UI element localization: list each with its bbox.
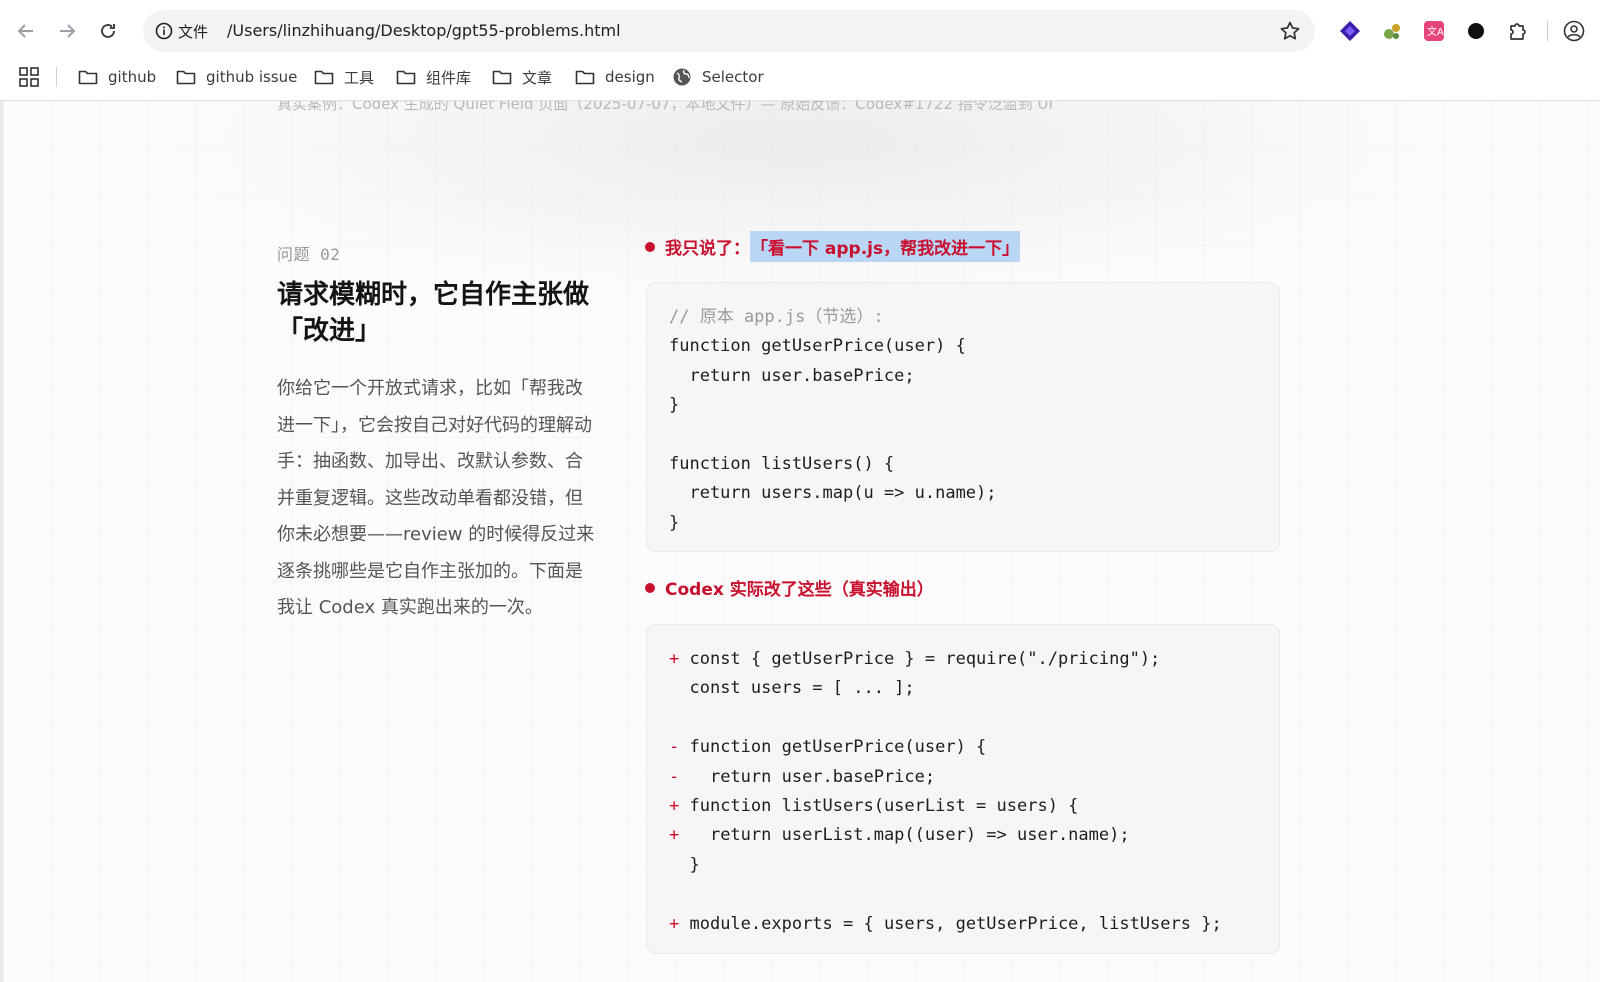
extensions-icon[interactable]	[1506, 19, 1530, 43]
bookmark-label: 工具	[344, 68, 375, 87]
diff-line-text: function getUserPrice(user) {	[679, 737, 987, 758]
diff-line-text: const users = [ ... ];	[679, 678, 915, 699]
code-line: // 原本 app.js（节选）:	[669, 307, 884, 327]
code-line: return users.map(u => u.name);	[669, 483, 997, 504]
code-line: }	[669, 395, 680, 416]
folder-icon	[78, 70, 98, 85]
code-line: }	[669, 512, 680, 533]
code-line: function listUsers() {	[669, 453, 895, 474]
bookmark-folder-github-issue[interactable]: github issue	[176, 62, 297, 92]
bookmark-selector[interactable]: Selector	[672, 62, 764, 92]
bookmark-label: 文章	[522, 68, 553, 87]
diff-line-text: return userList.map((user) => user.name)…	[679, 825, 1130, 846]
globe-icon	[673, 68, 691, 86]
folder-icon	[575, 70, 595, 85]
diff-add-mark: +	[669, 795, 680, 816]
apps-grid-icon[interactable]	[18, 66, 40, 88]
puzzle-figure-extension-icon[interactable]	[1380, 19, 1404, 43]
forward-button[interactable]	[54, 18, 80, 44]
diff-line-text: return user.basePrice;	[679, 766, 936, 787]
diff-del-mark: -	[669, 766, 680, 787]
diff-line: }	[669, 851, 1279, 880]
original-code-block: // 原本 app.js（节选）: function getUserPrice(…	[646, 282, 1280, 552]
bookmark-folder-design[interactable]: design	[575, 62, 655, 92]
case-note-text: 真实案例：Codex 生成的 Quiet Field 页面（2025-07-07…	[277, 101, 1053, 113]
diff-line: - return user.basePrice;	[669, 763, 1279, 792]
black-circle-extension-icon[interactable]	[1464, 19, 1488, 43]
diff-line	[669, 704, 1279, 733]
code-line: return user.basePrice;	[669, 365, 915, 386]
site-info-label[interactable]: 文件	[178, 21, 208, 42]
diff-code-block: + const { getUserPrice } = require("./pr…	[646, 624, 1280, 954]
diff-line: + function listUsers(userList = users) {	[669, 792, 1279, 821]
arrow-left-icon	[17, 24, 33, 38]
bookmark-folder-tools[interactable]: 工具	[314, 62, 374, 92]
diff-add-mark: +	[669, 913, 680, 934]
reload-button[interactable]	[95, 18, 121, 44]
hero-fade	[153, 101, 1443, 301]
translate-extension-icon[interactable]: 文A	[1422, 19, 1446, 43]
bookmark-folder-articles[interactable]: 文章	[492, 62, 552, 92]
output-section-label: Codex 实际改了这些（真实输出）	[645, 575, 934, 600]
diff-line-text: function listUsers(userList = users) {	[679, 795, 1079, 816]
info-icon[interactable]	[155, 22, 173, 40]
bookmark-label: github issue	[206, 68, 298, 86]
diff-line-text: const { getUserPrice } = require("./pric…	[679, 649, 1161, 669]
star-icon[interactable]	[1279, 20, 1301, 42]
diff-context-mark	[669, 855, 679, 875]
diff-line-text: }	[679, 854, 700, 875]
diff-add-mark: +	[669, 649, 680, 669]
browser-toolbar: 文件 /Users/linzhihuang/Desktop/gpt55-prob…	[0, 10, 1600, 52]
svg-text:文A: 文A	[1427, 25, 1444, 38]
problem-description: 你给它一个开放式请求，比如「帮我改进一下」，它会按自己对好代码的理解动手：抽函数…	[277, 378, 595, 618]
problem-title: 请求模糊时，它自作主张做「改进」	[277, 280, 590, 346]
diff-line: + module.exports = { users, getUserPrice…	[669, 910, 1279, 939]
diff-line: + return userList.map((user) => user.nam…	[669, 821, 1279, 850]
reload-icon	[101, 23, 115, 38]
arrow-right-icon	[60, 24, 76, 38]
folder-icon	[396, 70, 416, 85]
profile-icon[interactable]	[1562, 19, 1586, 43]
folder-icon	[492, 70, 512, 85]
bookmark-label: Selector	[702, 68, 764, 86]
page-content: 真实案例：Codex 生成的 Quiet Field 页面（2025-07-07…	[0, 101, 1600, 982]
url-text[interactable]: /Users/linzhihuang/Desktop/gpt55-problem…	[227, 21, 621, 40]
bullet-dot-icon	[645, 241, 655, 252]
code-line: function getUserPrice(user) {	[669, 336, 966, 357]
prompt-label-prefix: 我只说了：	[665, 239, 750, 259]
diff-add-mark: +	[669, 825, 680, 846]
folder-icon	[176, 70, 196, 85]
bookmarks-separator	[56, 67, 57, 87]
prompt-label-highlight: 「看一下 app.js，帮我改进一下」	[750, 231, 1021, 262]
diff-context-mark	[669, 678, 679, 698]
output-label-text: Codex 实际改了这些（真实输出）	[665, 580, 934, 600]
diff-line: const users = [ ... ];	[669, 674, 1279, 703]
back-button[interactable]	[13, 18, 39, 44]
diamond-extension-icon[interactable]	[1338, 19, 1362, 43]
bullet-dot-icon	[645, 582, 655, 593]
diff-line: + const { getUserPrice } = require("./pr…	[669, 645, 1279, 674]
diff-line-text: module.exports = { users, getUserPrice, …	[679, 913, 1222, 934]
bookmark-label: design	[605, 68, 655, 86]
bookmark-folder-components[interactable]: 组件库	[396, 62, 471, 92]
problem-number: 问题 02	[277, 245, 341, 264]
prompt-section-label: 我只说了： 「看一下 app.js，帮我改进一下」	[645, 231, 1021, 262]
folder-icon	[314, 70, 334, 85]
address-bar[interactable]: 文件 /Users/linzhihuang/Desktop/gpt55-prob…	[143, 10, 1315, 52]
diff-del-mark: -	[669, 737, 680, 758]
bookmark-folder-github[interactable]: github	[78, 62, 156, 92]
toolbar-separator	[1547, 21, 1548, 41]
diff-line: - function getUserPrice(user) {	[669, 733, 1279, 762]
bookmarks-bar: github github issue 工具 组件库 文章 design Sel…	[0, 62, 1600, 92]
browser-chrome: 文件 /Users/linzhihuang/Desktop/gpt55-prob…	[0, 0, 1600, 101]
bookmark-label: 组件库	[426, 68, 472, 87]
diff-line	[669, 880, 1279, 909]
bookmark-label: github	[108, 68, 157, 86]
